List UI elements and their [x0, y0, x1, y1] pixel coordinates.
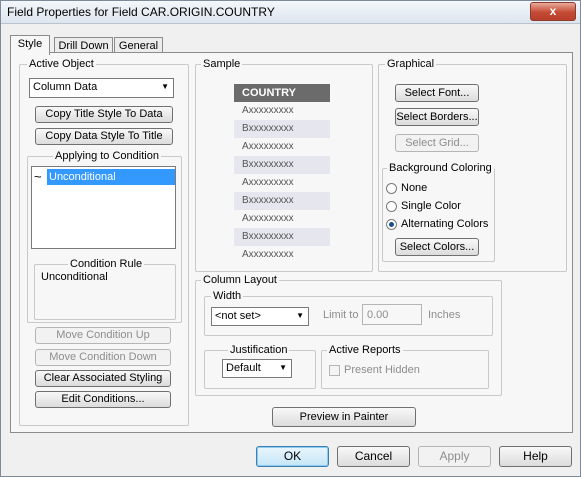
active-object-label: Active Object: [27, 58, 96, 70]
sample-row: Bxxxxxxxxx: [234, 228, 330, 246]
limit-to-label: Limit to: [323, 309, 359, 321]
dialog-window: Field Properties for Field CAR.ORIGIN.CO…: [0, 0, 581, 477]
justification-label: Justification: [228, 344, 290, 356]
chevron-down-icon: ▼: [161, 82, 169, 91]
sample-row: Axxxxxxxxx: [242, 249, 294, 260]
condition-rule-value: Unconditional: [41, 271, 108, 283]
select-grid-button[interactable]: Select Grid...: [395, 134, 479, 152]
copy-title-style-button[interactable]: Copy Title Style To Data: [35, 106, 173, 123]
select-borders-button[interactable]: Select Borders...: [395, 108, 479, 126]
background-coloring-label: Background Coloring: [387, 162, 494, 174]
units-label: Inches: [428, 309, 461, 321]
preview-in-painter-button[interactable]: Preview in Painter: [272, 407, 416, 427]
sample-row: Axxxxxxxxx: [242, 141, 294, 152]
radio-single-color[interactable]: [386, 201, 397, 212]
select-font-button[interactable]: Select Font...: [395, 84, 479, 102]
graphical-label: Graphical: [385, 58, 437, 70]
help-button[interactable]: Help: [499, 446, 572, 467]
justification-value: Default: [226, 362, 261, 374]
width-value: <not set>: [215, 310, 261, 322]
radio-alternating-colors[interactable]: [386, 219, 397, 230]
sample-label: Sample: [201, 58, 243, 70]
sample-row: Axxxxxxxxx: [242, 213, 294, 224]
radio-none-label: None: [401, 182, 428, 194]
tilde-icon: ~: [34, 169, 42, 184]
cancel-button[interactable]: Cancel: [337, 446, 410, 467]
radio-selected-dot: [389, 222, 394, 227]
justification-select[interactable]: Default ▼: [222, 359, 292, 378]
ok-button[interactable]: OK: [256, 446, 329, 467]
list-item[interactable]: ~ Unconditional: [33, 169, 175, 185]
condition-list[interactable]: ~ Unconditional: [31, 166, 176, 249]
move-condition-down-button[interactable]: Move Condition Down: [35, 349, 171, 366]
applying-condition-label: Applying to Condition: [53, 150, 161, 162]
radio-none[interactable]: [386, 183, 397, 194]
apply-button[interactable]: Apply: [418, 446, 491, 467]
edit-conditions-button[interactable]: Edit Conditions...: [35, 391, 171, 408]
limit-value: 0.00: [367, 309, 389, 321]
condition-item-label: Unconditional: [47, 169, 175, 185]
sample-row: Axxxxxxxxx: [242, 105, 294, 116]
limit-input[interactable]: 0.00: [362, 304, 422, 325]
chevron-down-icon: ▼: [296, 311, 304, 320]
sample-row: Bxxxxxxxxx: [234, 192, 330, 210]
width-label: Width: [211, 290, 244, 302]
radio-alternating-colors-label: Alternating Colors: [401, 218, 489, 230]
sample-row: Axxxxxxxxx: [242, 177, 294, 188]
condition-rule-label: Condition Rule: [68, 258, 145, 270]
sample-row: Bxxxxxxxxx: [234, 156, 330, 174]
active-object-select[interactable]: Column Data ▼: [29, 78, 174, 98]
sample-preview: COUNTRY Axxxxxxxxx Bxxxxxxxxx Axxxxxxxxx…: [234, 84, 330, 264]
clear-associated-styling-button[interactable]: Clear Associated Styling: [35, 370, 171, 387]
move-condition-up-button[interactable]: Move Condition Up: [35, 327, 171, 344]
chevron-down-icon: ▼: [279, 363, 287, 372]
copy-data-style-button[interactable]: Copy Data Style To Title: [35, 128, 173, 145]
width-select[interactable]: <not set> ▼: [211, 307, 309, 326]
sample-header: COUNTRY: [234, 84, 330, 102]
present-hidden-checkbox[interactable]: [329, 365, 340, 376]
sample-row: Bxxxxxxxxx: [234, 120, 330, 138]
active-object-value: Column Data: [33, 81, 98, 93]
column-layout-label: Column Layout: [201, 274, 279, 286]
active-reports-label: Active Reports: [327, 344, 403, 356]
radio-single-color-label: Single Color: [401, 200, 461, 212]
select-colors-button[interactable]: Select Colors...: [395, 238, 479, 256]
present-hidden-label: Present Hidden: [344, 364, 420, 376]
